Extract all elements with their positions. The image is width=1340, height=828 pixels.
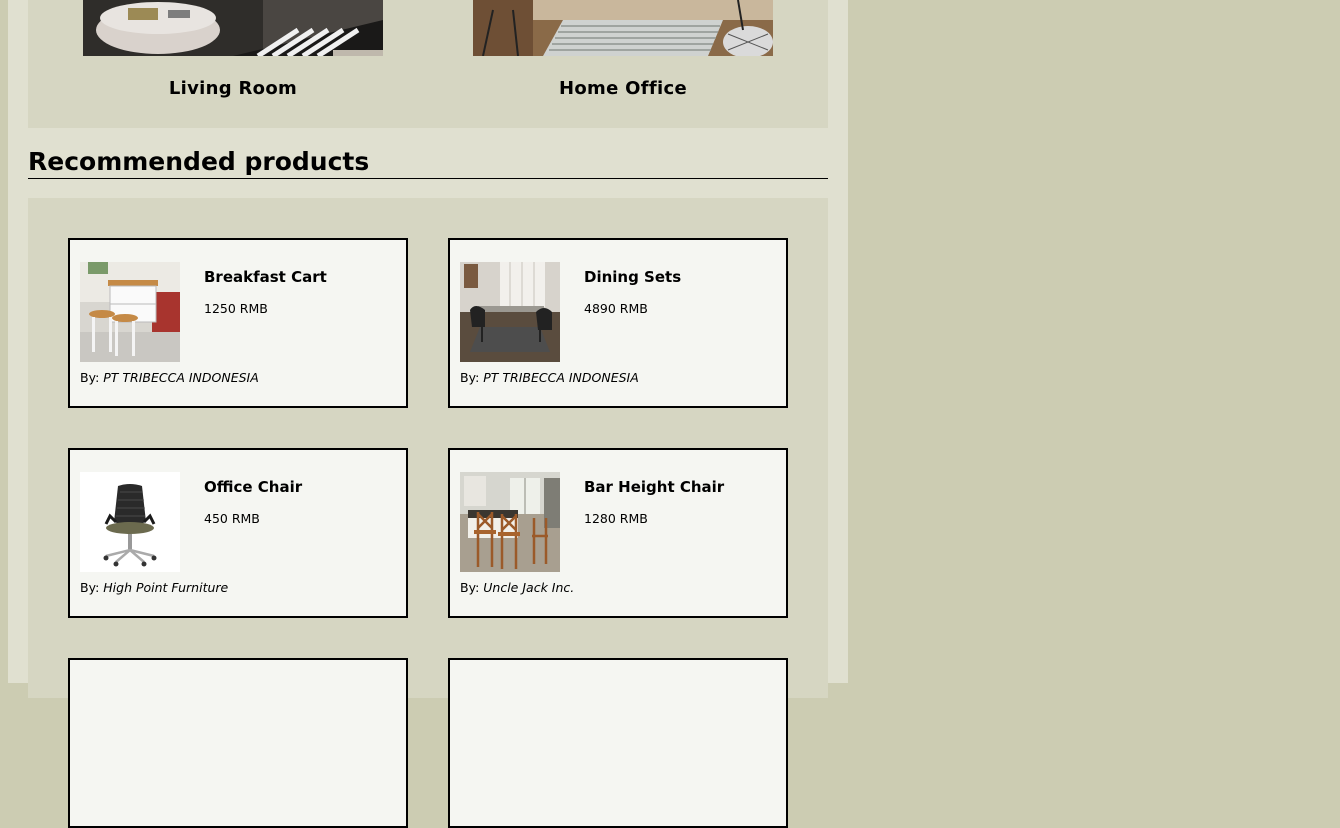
by-label: By: (460, 370, 480, 385)
home-office-image[interactable] (473, 0, 773, 56)
category-panel: Living Room Home Office (28, 0, 828, 128)
product-name[interactable]: Breakfast Cart (204, 268, 327, 286)
product-card[interactable]: Bar Height Chair 1280 RMB By: Uncle Jack… (448, 448, 788, 618)
maker-name: PT TRIBECCA INDONESIA (483, 370, 639, 385)
product-price: 1250 RMB (204, 301, 268, 316)
category-label[interactable]: Living Room (83, 78, 383, 99)
product-price: 1280 RMB (584, 511, 648, 526)
product-image[interactable] (460, 472, 560, 572)
product-card[interactable]: Dining Sets 4890 RMB By: PT TRIBECCA IND… (448, 238, 788, 408)
maker-name: High Point Furniture (103, 580, 229, 595)
product-name[interactable]: Office Chair (204, 478, 302, 496)
product-card[interactable] (68, 658, 408, 828)
product-maker: By: High Point Furniture (80, 580, 228, 595)
by-label: By: (80, 370, 100, 385)
product-card[interactable] (448, 658, 788, 828)
living-room-image[interactable] (83, 0, 383, 56)
product-card[interactable]: Breakfast Cart 1250 RMB By: PT TRIBECCA … (68, 238, 408, 408)
page-content: Living Room Home Office Recommended prod… (8, 0, 848, 828)
product-name[interactable]: Bar Height Chair (584, 478, 724, 496)
product-card[interactable]: Office Chair 450 RMB By: High Point Furn… (68, 448, 408, 618)
product-maker: By: PT TRIBECCA INDONESIA (80, 370, 259, 385)
product-maker: By: Uncle Jack Inc. (460, 580, 574, 595)
maker-name: PT TRIBECCA INDONESIA (103, 370, 259, 385)
product-price: 450 RMB (204, 511, 260, 526)
products-panel: Breakfast Cart 1250 RMB By: PT TRIBECCA … (28, 198, 828, 828)
product-image[interactable] (80, 472, 180, 572)
section-title: Recommended products (28, 146, 828, 179)
product-image[interactable] (80, 262, 180, 362)
maker-name: Uncle Jack Inc. (483, 580, 575, 595)
product-name[interactable]: Dining Sets (584, 268, 681, 286)
category-label[interactable]: Home Office (473, 78, 773, 99)
product-price: 4890 RMB (584, 301, 648, 316)
page-margin (0, 0, 8, 683)
by-label: By: (80, 580, 100, 595)
by-label: By: (460, 580, 480, 595)
product-image[interactable] (460, 262, 560, 362)
product-maker: By: PT TRIBECCA INDONESIA (460, 370, 639, 385)
